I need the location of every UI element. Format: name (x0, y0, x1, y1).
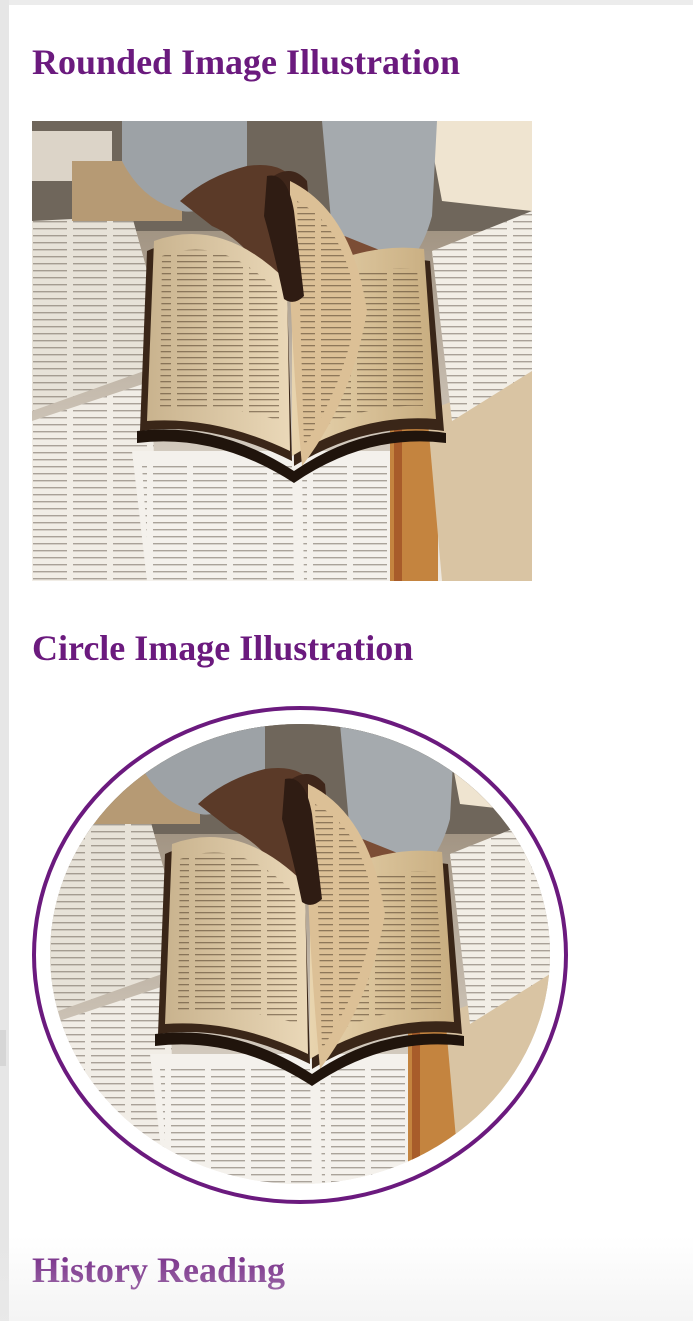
section-heading-history: History Reading (32, 1250, 286, 1290)
book-photo-illustration-circle (50, 724, 550, 1184)
section-heading-circle: Circle Image Illustration (32, 628, 414, 668)
book-photo-illustration (32, 121, 532, 581)
rounded-book-image (32, 121, 532, 581)
left-rail-handle[interactable] (0, 1030, 6, 1066)
section-heading-rounded: Rounded Image Illustration (32, 42, 461, 82)
left-scroll-rail[interactable] (0, 0, 9, 1321)
circle-book-image (50, 724, 550, 1184)
